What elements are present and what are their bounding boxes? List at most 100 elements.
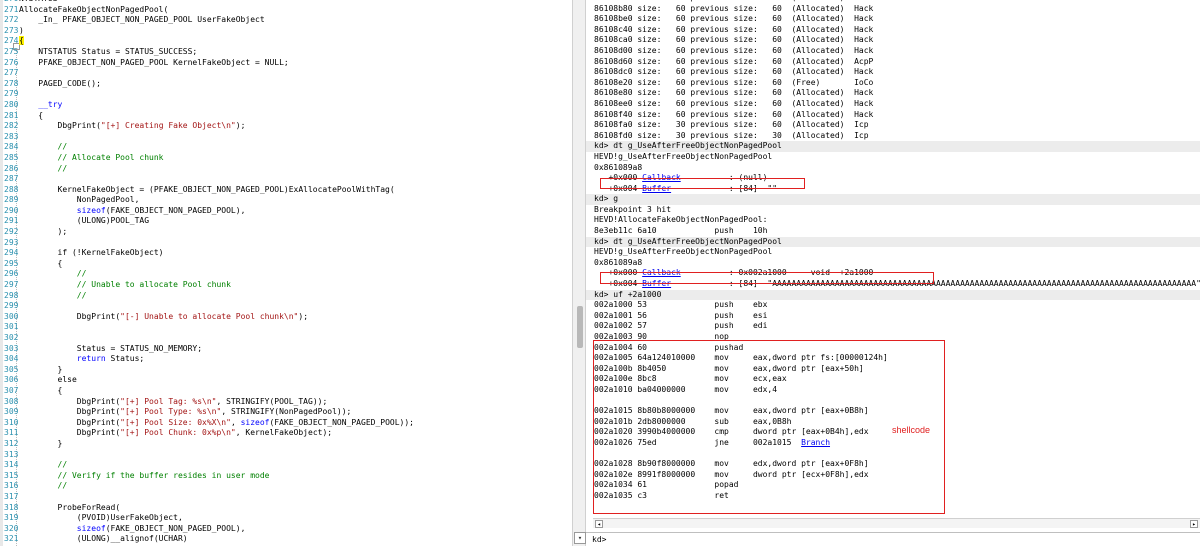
code-line[interactable]: 321 (ULONG)__alignof(UCHAR) <box>4 534 414 545</box>
code-line[interactable]: 293 <box>4 238 414 249</box>
debugger-output-line: HEVD!g_UseAfterFreeObjectNonPagedPool <box>594 152 1200 163</box>
code-line[interactable]: 294 if (!KernelFakeObject) <box>4 248 414 259</box>
code-line[interactable]: 292 ); <box>4 227 414 238</box>
code-line[interactable]: 315 // Verify if the buffer resides in u… <box>4 471 414 482</box>
code-line[interactable]: 314 // <box>4 460 414 471</box>
line-number: 303 <box>4 343 19 353</box>
code-line[interactable]: 282 DbgPrint("[+] Creating Fake Object\n… <box>4 121 414 132</box>
code-line[interactable]: 273) <box>4 26 414 37</box>
output-text: 8e3eb11c 6a10 push 10h <box>594 226 768 236</box>
code-line[interactable]: 280 __try <box>4 100 414 111</box>
line-number: 290 <box>4 205 19 215</box>
code-line[interactable]: 320 sizeof(FAKE_OBJECT_NON_PAGED_POOL), <box>4 524 414 535</box>
code-token: (FAKE_OBJECT_NON_PAGED_POOL)); <box>269 417 414 427</box>
code-line[interactable]: 304 return Status; <box>4 354 414 365</box>
code-line[interactable]: 318 ProbeForRead( <box>4 503 414 514</box>
code-line[interactable]: 303 Status = STATUS_NO_MEMORY; <box>4 344 414 355</box>
output-text: 86108b80 size: 60 previous size: 60 (All… <box>594 3 874 13</box>
code-line[interactable]: 289 NonPagedPool, <box>4 195 414 206</box>
line-number: 321 <box>4 534 19 544</box>
output-text: 86108e20 size: 60 previous size: 60 (Fre… <box>594 77 874 87</box>
code-line[interactable]: 290 sizeof(FAKE_OBJECT_NON_PAGED_POOL), <box>4 206 414 217</box>
line-number: 271 <box>4 4 19 14</box>
code-token: , KernelFakeObject); <box>235 428 333 438</box>
code-line[interactable]: 296 // <box>4 269 414 280</box>
code-token: // Verify if the buffer resides in user … <box>19 470 270 480</box>
code-token: _In_ PFAKE_OBJECT_NON_PAGED_POOL UserFak… <box>19 15 265 25</box>
code-line[interactable]: 287 <box>4 174 414 185</box>
output-text: 002a1000 53 push ebx <box>594 300 768 310</box>
output-text: 86108fa0 size: 30 previous size: 60 (All… <box>594 120 869 130</box>
line-number: 291 <box>4 216 19 226</box>
code-line[interactable]: 306 else <box>4 375 414 386</box>
line-number: 305 <box>4 364 19 374</box>
code-token: Status; <box>105 354 145 364</box>
code-line[interactable]: 313 <box>4 450 414 461</box>
scroll-right-arrow-icon[interactable]: ▸ <box>1190 520 1198 528</box>
code-line[interactable]: 288 KernelFakeObject = (PFAKE_OBJECT_NON… <box>4 185 414 196</box>
code-line[interactable]: 298 // <box>4 291 414 302</box>
code-token: "[+] Pool Chunk: 0x%p\n" <box>120 428 236 438</box>
code-token: DbgPrint( <box>19 121 101 131</box>
code-line[interactable]: 300 DbgPrint("[-] Unable to allocate Poo… <box>4 312 414 323</box>
horizontal-scrollbar[interactable]: ◂ ▸ <box>593 518 1200 528</box>
code-line[interactable]: 274{ <box>4 36 414 47</box>
source-editor-pane[interactable]: 270NTSTATUS271AllocateFakeObjectNonPaged… <box>0 0 572 546</box>
line-number: 276 <box>4 57 19 67</box>
debugger-command-line: kd> g <box>586 194 1200 205</box>
code-line[interactable]: 308 DbgPrint("[+] Pool Tag: %s\n", STRIN… <box>4 397 414 408</box>
line-number: 284 <box>4 142 19 152</box>
scroll-down-arrow-icon[interactable]: ▾ <box>574 532 586 544</box>
code-line[interactable]: 279 <box>4 89 414 100</box>
output-text: kd> dt g_UseAfterFreeObjectNonPagedPool <box>594 236 782 246</box>
scrollbar-thumb[interactable] <box>577 306 583 348</box>
code-line[interactable]: 286 // <box>4 164 414 175</box>
code-line[interactable]: 275 NTSTATUS Status = STATUS_SUCCESS; <box>4 47 414 58</box>
vertical-scrollbar[interactable]: ▾ <box>572 0 586 546</box>
code-line[interactable]: 309 DbgPrint("[+] Pool Type: %s\n", STRI… <box>4 407 414 418</box>
output-text: 86108dc0 size: 60 previous size: 60 (All… <box>594 67 874 77</box>
code-line[interactable]: 281 { <box>4 111 414 122</box>
code-line[interactable]: 310 DbgPrint("[+] Pool Size: 0x%X\n", si… <box>4 418 414 429</box>
code-line[interactable]: 316 // <box>4 481 414 492</box>
code-line[interactable]: 284 // <box>4 142 414 153</box>
code-line[interactable]: 295 { <box>4 259 414 270</box>
debugger-output-pane[interactable]: 86108b20 size: 60 previous size: 60 (All… <box>586 0 1200 532</box>
code-line[interactable]: 299 <box>4 301 414 312</box>
output-text: 86108c40 size: 60 previous size: 60 (All… <box>594 24 874 34</box>
code-line[interactable]: 283 <box>4 132 414 143</box>
scroll-left-arrow-icon[interactable]: ◂ <box>595 520 603 528</box>
line-number: 282 <box>4 121 19 131</box>
line-number: 280 <box>4 99 19 109</box>
output-text: HEVD!AllocateFakeObjectNonPagedPool: <box>594 215 768 225</box>
code-line[interactable]: 311 DbgPrint("[+] Pool Chunk: 0x%p\n", K… <box>4 428 414 439</box>
code-token: } <box>19 364 63 374</box>
code-line[interactable]: 285 // Allocate Pool chunk <box>4 153 414 164</box>
line-number: 316 <box>4 481 19 491</box>
debugger-output-line: 86108e20 size: 60 previous size: 60 (Fre… <box>594 78 1200 89</box>
code-line[interactable]: 319 (PVOID)UserFakeObject, <box>4 513 414 524</box>
code-line[interactable]: 317 <box>4 492 414 503</box>
source-code-lines[interactable]: 270NTSTATUS271AllocateFakeObjectNonPaged… <box>4 0 414 546</box>
code-line[interactable]: 305 } <box>4 365 414 376</box>
line-number: 309 <box>4 407 19 417</box>
command-input-bar[interactable]: kd> <box>586 532 1200 546</box>
code-line[interactable]: 301 <box>4 322 414 333</box>
code-line[interactable]: 278 PAGED_CODE(); <box>4 79 414 90</box>
line-number: 314 <box>4 460 19 470</box>
code-line[interactable]: 271AllocateFakeObjectNonPagedPool( <box>4 5 414 16</box>
code-line[interactable]: 272 _In_ PFAKE_OBJECT_NON_PAGED_POOL Use… <box>4 15 414 26</box>
code-line[interactable]: 291 (ULONG)POOL_TAG <box>4 216 414 227</box>
code-line[interactable]: 302 <box>4 333 414 344</box>
code-line[interactable]: 276 PFAKE_OBJECT_NON_PAGED_POOL KernelFa… <box>4 58 414 69</box>
code-line[interactable]: 312 } <box>4 439 414 450</box>
line-number: 286 <box>4 163 19 173</box>
shellcode-annotation-label: shellcode <box>892 425 931 435</box>
code-line[interactable]: 297 // Unable to allocate Pool chunk <box>4 280 414 291</box>
output-text: 86108d00 size: 60 previous size: 60 (All… <box>594 45 874 55</box>
code-token: sizeof <box>19 205 106 215</box>
code-line[interactable]: 277 <box>4 68 414 79</box>
debugger-command-line: kd> dt g_UseAfterFreeObjectNonPagedPool <box>586 141 1200 152</box>
line-number: 304 <box>4 354 19 364</box>
code-line[interactable]: 307 { <box>4 386 414 397</box>
